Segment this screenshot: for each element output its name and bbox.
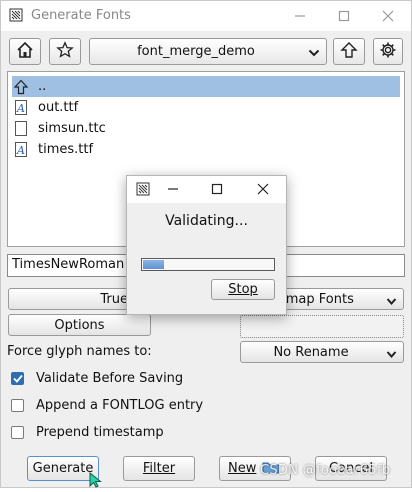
chevron-down-icon (308, 47, 320, 62)
svg-text:A: A (16, 144, 25, 157)
filter-button[interactable]: Filter (123, 456, 195, 481)
up-arrow-icon (340, 41, 358, 63)
app-icon (9, 8, 23, 22)
validating-dialog: Validating... Stop (126, 175, 287, 315)
window-title: Generate Fonts (31, 8, 131, 23)
dialog-close-button[interactable] (257, 183, 269, 199)
file-row-parent[interactable]: .. (12, 76, 400, 97)
file-name: .. (38, 79, 47, 94)
svg-text:A: A (16, 102, 25, 115)
generate-fonts-window: Generate Fonts font_merge_demo .. A out.… (0, 0, 412, 488)
file-row-times[interactable]: A times.ttf (12, 139, 400, 160)
new-label: New (228, 461, 257, 476)
app-icon (136, 182, 150, 200)
chevron-down-icon (386, 348, 397, 363)
validate-checkbox-row[interactable]: Validate Before Saving (11, 369, 183, 387)
file-name: out.ttf (38, 100, 79, 115)
title-bar: Generate Fonts (1, 1, 411, 31)
up-folder-icon (14, 79, 28, 95)
file-row-simsun[interactable]: simsun.ttc (12, 118, 400, 139)
settings-button[interactable] (373, 38, 403, 65)
star-icon (56, 40, 74, 63)
progress-fill (143, 260, 165, 269)
filter-label: Filter (142, 461, 176, 476)
dialog-minimize-button[interactable] (167, 183, 179, 199)
dialog-message: Validating... (165, 213, 248, 229)
fontlog-label: Append a FONTLOG entry (36, 397, 204, 413)
stop-label: Stop (228, 282, 258, 297)
file-icon (14, 121, 28, 137)
generate-label: Generate (32, 461, 94, 476)
options-label: Options (54, 317, 105, 333)
parent-directory-button[interactable] (333, 38, 365, 65)
validate-label: Validate Before Saving (36, 370, 184, 386)
dialog-maximize-button[interactable] (211, 183, 223, 199)
chevron-down-icon (386, 295, 397, 310)
directory-select[interactable]: font_merge_demo (89, 38, 327, 65)
dialog-title-bar (127, 176, 286, 203)
minimize-button[interactable] (285, 4, 315, 28)
mouse-cursor-icon (89, 471, 103, 492)
fontlog-checkbox-row[interactable]: Append a FONTLOG entry (11, 396, 203, 414)
options-button[interactable]: Options (8, 314, 151, 336)
timestamp-label: Prepend timestamp (36, 424, 164, 440)
timestamp-checkbox-row[interactable]: Prepend timestamp (11, 423, 164, 441)
validate-checkbox[interactable] (11, 371, 24, 385)
stop-button[interactable]: Stop (211, 279, 275, 300)
bookmark-button[interactable] (49, 38, 81, 65)
file-name: simsun.ttc (38, 121, 106, 136)
fontlog-checkbox[interactable] (11, 398, 24, 412)
close-button[interactable] (373, 4, 403, 28)
file-row-out[interactable]: A out.ttf (12, 97, 400, 118)
home-icon (16, 41, 34, 63)
maximize-button[interactable] (329, 4, 359, 28)
gear-icon (379, 41, 397, 63)
glyph-names-select[interactable]: No Rename (240, 341, 404, 363)
timestamp-checkbox[interactable] (11, 425, 24, 439)
bitmap-sizes-field[interactable] (240, 315, 404, 338)
glyph-names-value: No Rename (273, 345, 349, 360)
font-file-icon: A (14, 100, 28, 116)
home-button[interactable] (9, 38, 41, 65)
font-file-icon: A (14, 142, 28, 158)
watermark-text: CSDN @foobar65fb (260, 463, 391, 478)
file-name: times.ttf (38, 142, 94, 157)
glyph-names-label: Force glyph names to: (7, 344, 152, 359)
validation-progress-bar (141, 258, 275, 271)
directory-select-value: font_merge_demo (137, 44, 255, 59)
